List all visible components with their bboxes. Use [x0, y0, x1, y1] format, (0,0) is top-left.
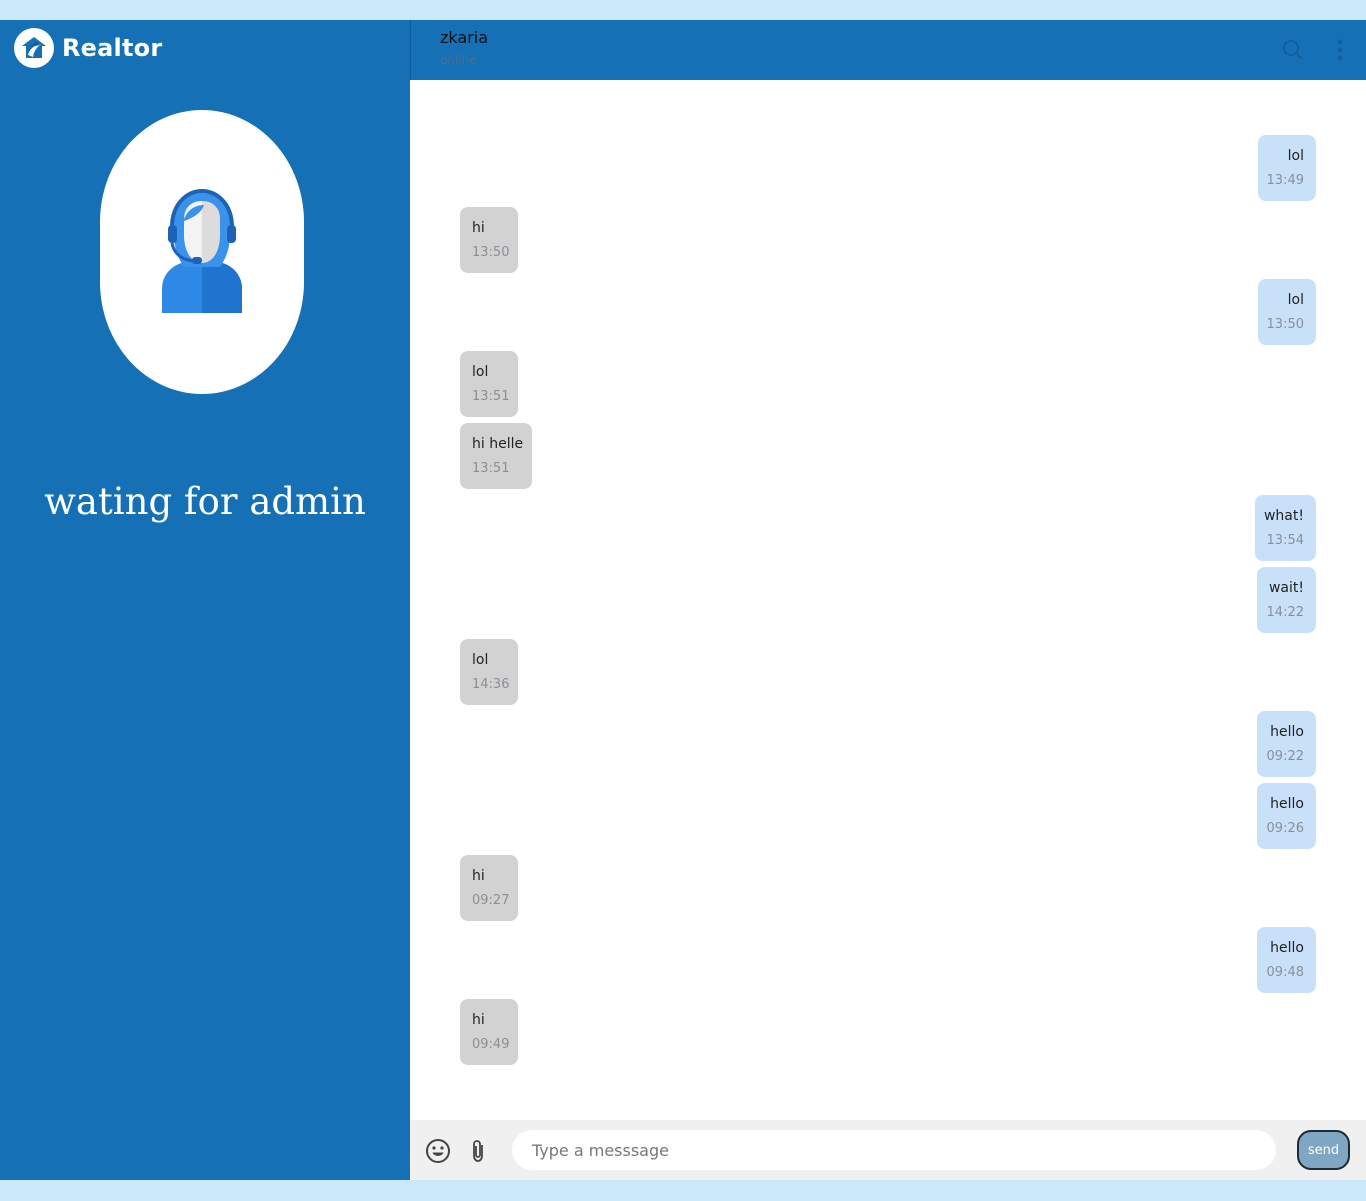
message-text: hi — [472, 868, 485, 884]
emoji-icon[interactable] — [425, 1138, 451, 1164]
message-text: hello — [1270, 940, 1304, 956]
message-input[interactable] — [512, 1130, 1276, 1170]
message-text: lol — [472, 652, 489, 668]
outgoing-message[interactable]: what! 13:54 — [1255, 495, 1316, 561]
message-time: 13:51 — [472, 389, 510, 404]
message-time: 14:22 — [1266, 605, 1304, 620]
message-text: hi helle — [472, 436, 524, 452]
outgoing-message[interactable]: hello 09:26 — [1257, 783, 1316, 849]
contact-name[interactable]: zkaria — [440, 28, 488, 47]
support-agent-icon — [162, 189, 242, 313]
incoming-message[interactable]: lol 14:36 — [460, 639, 518, 705]
message-text: lol — [472, 364, 489, 380]
message-time: 13:49 — [1266, 173, 1304, 188]
message-time: 09:22 — [1266, 749, 1304, 764]
outgoing-message[interactable]: wait! 14:22 — [1257, 567, 1316, 633]
more-vertical-icon[interactable] — [1328, 38, 1352, 62]
message-text: lol — [1287, 292, 1304, 308]
composer: send — [410, 1120, 1366, 1180]
brand[interactable]: Realtor — [14, 28, 162, 68]
outgoing-message[interactable]: hello 09:48 — [1257, 927, 1316, 993]
message-text: hello — [1270, 724, 1304, 740]
chat-header: zkaria online — [410, 20, 1366, 80]
message-text: wait! — [1268, 580, 1304, 596]
message-time: 09:49 — [472, 1037, 510, 1052]
outgoing-message[interactable]: hello 09:22 — [1257, 711, 1316, 777]
message-time: 13:51 — [472, 461, 510, 476]
chat-panel: zkaria online lol 13:49 hi 13:50 lol 13:50 lol… — [410, 20, 1366, 1180]
realtor-house-icon — [14, 28, 54, 68]
message-text: hello — [1270, 796, 1304, 812]
message-time: 14:36 — [472, 677, 510, 692]
search-icon[interactable] — [1281, 38, 1305, 62]
paperclip-icon[interactable] — [466, 1138, 492, 1164]
message-time: 13:54 — [1266, 533, 1304, 548]
message-text: hi — [472, 1012, 485, 1028]
message-text: what! — [1263, 508, 1304, 524]
message-list: lol 13:49 hi 13:50 lol 13:50 lol 13:51 hi helle 1… — [410, 80, 1366, 1120]
message-text: lol — [1287, 148, 1304, 164]
message-time: 09:27 — [472, 893, 510, 908]
incoming-message[interactable]: hi 13:50 — [460, 207, 518, 273]
incoming-message[interactable]: hi 09:49 — [460, 999, 518, 1065]
outgoing-message[interactable]: lol 13:49 — [1258, 135, 1316, 201]
incoming-message[interactable]: hi helle 13:51 — [460, 423, 532, 489]
incoming-message[interactable]: lol 13:51 — [460, 351, 518, 417]
message-time: 13:50 — [1266, 317, 1304, 332]
outgoing-message[interactable]: lol 13:50 — [1258, 279, 1316, 345]
message-time: 13:50 — [472, 245, 510, 260]
incoming-message[interactable]: hi 09:27 — [460, 855, 518, 921]
contact-status: online — [440, 53, 477, 67]
message-time: 09:26 — [1266, 821, 1304, 836]
send-button[interactable]: send — [1297, 1130, 1350, 1170]
brand-name: Realtor — [62, 34, 163, 62]
waiting-message: wating for admin — [44, 480, 366, 523]
message-text: hi — [472, 220, 485, 236]
message-time: 09:48 — [1266, 965, 1304, 980]
sidebar: Realtor wating for admin — [0, 20, 410, 1180]
support-avatar — [100, 110, 304, 394]
chat-app: Realtor wating for admin zkaria online l… — [0, 20, 1366, 1180]
